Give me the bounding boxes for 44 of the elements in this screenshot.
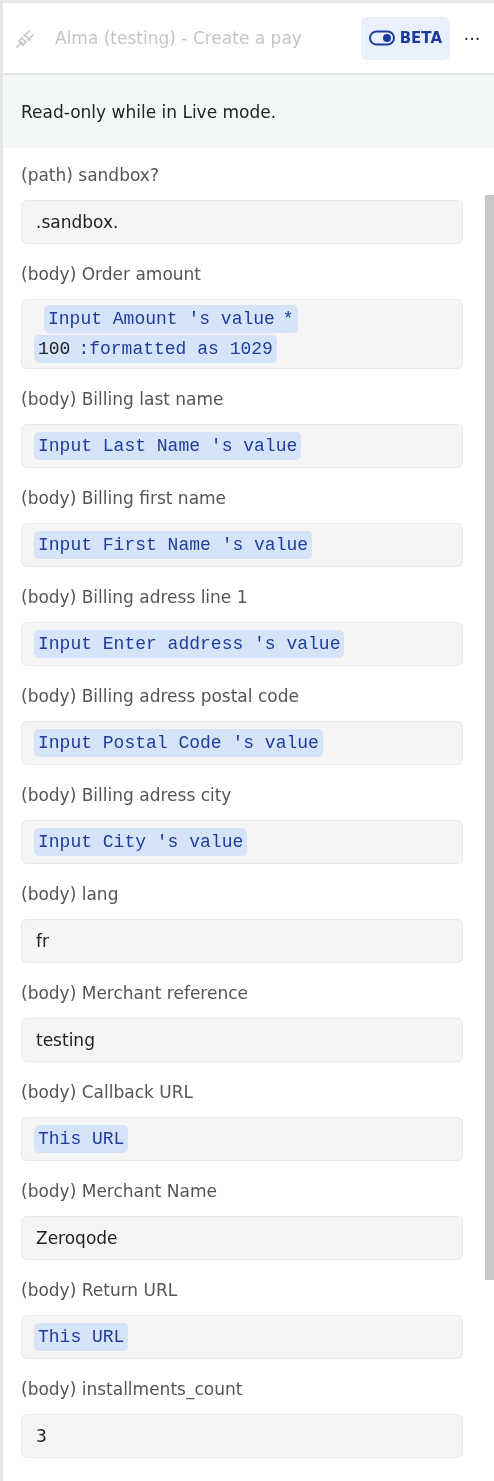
dynamic-value[interactable]: Input Last Name 's value [34,432,302,460]
dynamic-value[interactable]: Input Postal Code 's value [34,729,323,757]
input-field[interactable]: 3 [21,1414,463,1458]
more-menu-button[interactable]: ··· [450,27,494,49]
input-field[interactable]: Zeroqode [21,1216,463,1260]
dynamic-value[interactable]: * [278,305,298,333]
expression-field[interactable]: Input City 's value [21,820,463,864]
field-label: (body) Order amount [21,263,203,285]
beta-toggle[interactable]: BETA [360,16,450,60]
field-label: (body) installments_count [21,1378,244,1400]
dynamic-value[interactable]: Input First Name 's value [34,531,313,559]
number-value: 100 [37,338,72,361]
field-label: (body) lang [21,883,120,905]
field-label: (body) Billing first name [21,487,228,509]
input-field[interactable]: .sandbox. [21,200,463,244]
read-only-banner: Read-only while in Live mode. [3,75,494,148]
expression-field[interactable]: Input Postal Code 's value [21,721,463,765]
expression-field[interactable]: Input Enter address 's value [21,622,463,666]
field-label: (body) Return URL [21,1279,179,1301]
field-label: (path) sandbox? [21,164,160,186]
plug-icon [15,27,37,49]
field-label: (body) Callback URL [21,1081,194,1103]
input-field[interactable]: fr [21,919,463,963]
expression-field[interactable]: This URL [21,1117,463,1161]
dynamic-value[interactable]: This URL [34,1125,129,1153]
field-label: (body) Merchant Name [21,1180,218,1202]
input-field[interactable]: testing [21,1018,463,1062]
window-title: Alma (testing) - Create a pay [55,28,303,48]
field-label: (body) Billing adress postal code [21,685,300,707]
dynamic-value[interactable]: Input Enter address 's value [34,630,345,658]
field-label: (body) Billing adress line 1 [21,586,249,608]
field-label: (body) Billing adress city [21,784,233,806]
toggle-icon [368,30,395,46]
field-label: (body) Merchant reference [21,982,249,1004]
expression-field[interactable]: Input Last Name 's value [21,424,463,468]
expression-field[interactable]: This URL [21,1315,463,1359]
dynamic-value[interactable]: This URL [34,1323,129,1351]
dynamic-value[interactable]: :formatted as 1029 [74,335,277,363]
field-label: (body) Billing last name [21,388,225,410]
dynamic-value[interactable]: Input City 's value [34,828,248,856]
dynamic-value[interactable]: Input Amount 's value [44,305,279,333]
expression-field[interactable]: Input First Name 's value [21,523,463,567]
expression-field[interactable]: Input Amount 's value * 100 :formatted as 1029 [21,299,463,369]
scrollbar[interactable] [485,195,494,1280]
